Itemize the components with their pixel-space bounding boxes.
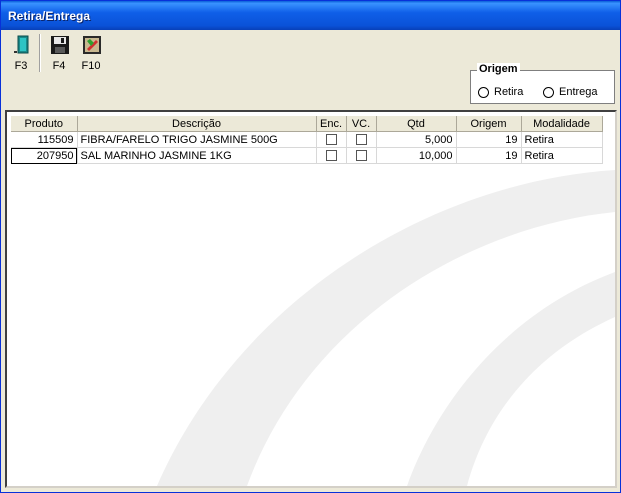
settings-button[interactable]: F10 bbox=[75, 32, 107, 74]
cell-vc[interactable] bbox=[346, 147, 377, 164]
column-header-vc[interactable]: VC. bbox=[346, 116, 377, 132]
radio-retira-circle[interactable] bbox=[478, 87, 489, 98]
column-header-modalidade[interactable]: Modalidade bbox=[521, 116, 603, 132]
radio-entrega-circle[interactable] bbox=[543, 87, 554, 98]
cell-produto[interactable]: 115509 bbox=[11, 131, 78, 148]
column-header-origem[interactable]: Origem bbox=[456, 116, 522, 132]
origem-groupbox: Origem Retira Entrega bbox=[470, 63, 615, 104]
table-row[interactable]: 207950 SAL MARINHO JASMINE 1KG 10,000 19… bbox=[11, 147, 603, 164]
save-disk-icon bbox=[51, 36, 69, 54]
cell-enc[interactable] bbox=[316, 147, 347, 164]
table-header-row: Produto Descrição Enc. VC. Qtd Origem Mo… bbox=[11, 116, 603, 132]
window-title: Retira/Entrega bbox=[8, 9, 91, 23]
toolbar: F3 F4 F10 bbox=[5, 32, 305, 76]
settings-icon bbox=[83, 36, 101, 54]
cell-qtd[interactable]: 5,000 bbox=[376, 131, 457, 148]
grid-panel[interactable]: Produto Descrição Enc. VC. Qtd Origem Mo… bbox=[5, 110, 617, 488]
cell-modalidade[interactable]: Retira bbox=[521, 147, 603, 164]
table-row[interactable]: 115509 FIBRA/FARELO TRIGO JASMINE 500G 5… bbox=[11, 131, 603, 148]
exit-button[interactable]: F3 bbox=[5, 32, 37, 74]
cell-origem[interactable]: 19 bbox=[456, 131, 522, 148]
vc-checkbox[interactable] bbox=[355, 150, 367, 162]
save-button-label: F4 bbox=[52, 60, 66, 72]
items-table[interactable]: Produto Descrição Enc. VC. Qtd Origem Mo… bbox=[11, 116, 603, 164]
enc-checkbox[interactable] bbox=[325, 150, 337, 162]
toolbar-separator bbox=[39, 34, 41, 72]
origem-title: Origem bbox=[477, 63, 520, 75]
cell-modalidade[interactable]: Retira bbox=[521, 131, 603, 148]
enc-checkbox[interactable] bbox=[325, 134, 337, 146]
column-header-produto[interactable]: Produto bbox=[11, 116, 78, 132]
column-header-descricao[interactable]: Descrição bbox=[77, 116, 317, 132]
column-header-qtd[interactable]: Qtd bbox=[376, 116, 457, 132]
settings-button-label: F10 bbox=[81, 60, 101, 72]
cell-qtd[interactable]: 10,000 bbox=[376, 147, 457, 164]
cell-produto[interactable]: 207950 bbox=[11, 147, 78, 164]
cell-vc[interactable] bbox=[346, 131, 377, 148]
column-header-enc[interactable]: Enc. bbox=[316, 116, 347, 132]
cell-descricao[interactable]: SAL MARINHO JASMINE 1KG bbox=[77, 147, 317, 164]
radio-retira-label: Retira bbox=[494, 86, 524, 98]
cell-enc[interactable] bbox=[316, 131, 347, 148]
title-bar[interactable]: Retira/Entrega bbox=[1, 1, 620, 30]
exit-door-icon bbox=[14, 35, 29, 54]
background-watermark bbox=[157, 170, 615, 486]
save-button[interactable]: F4 bbox=[43, 32, 75, 74]
app-window: Retira/Entrega F3 F4 F10 Origem Retira E… bbox=[0, 0, 621, 493]
cell-origem[interactable]: 19 bbox=[456, 147, 522, 164]
cell-descricao[interactable]: FIBRA/FARELO TRIGO JASMINE 500G bbox=[77, 131, 317, 148]
vc-checkbox[interactable] bbox=[355, 134, 367, 146]
exit-button-label: F3 bbox=[14, 60, 28, 72]
radio-entrega-label: Entrega bbox=[559, 86, 598, 98]
